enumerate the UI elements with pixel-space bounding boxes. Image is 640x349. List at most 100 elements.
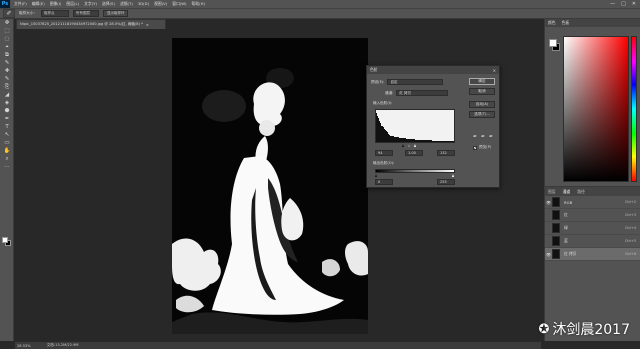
ok-button[interactable]: 确定 — [469, 78, 495, 85]
menu-list: 文件(F) 编辑(E) 图像(I) 图层(L) 文字(Y) 选择(S) 滤镜(T… — [14, 1, 205, 7]
tab-layers[interactable]: 图层 — [548, 189, 556, 195]
close-icon[interactable]: × — [493, 68, 496, 73]
output-white-field[interactable]: 255 — [437, 179, 455, 185]
dodge-tool-icon[interactable]: ⬣ — [2, 108, 12, 115]
input-levels-slider[interactable] — [375, 144, 455, 147]
menu-3d[interactable]: 3D(D) — [138, 1, 149, 7]
quick-select-tool-icon[interactable]: ⌖ — [2, 44, 12, 51]
input-gamma-handle[interactable] — [408, 144, 410, 147]
output-white-handle[interactable] — [452, 174, 454, 177]
eyedropper-tool-icon[interactable]: ✐ — [3, 9, 15, 18]
channel-name: 蓝 — [564, 238, 568, 243]
options-bar: ✐ 取样大小： 取样点 所有图层 显示取样环 — [0, 8, 640, 19]
path-select-tool-icon[interactable]: ↖ — [2, 132, 12, 139]
tab-paths[interactable]: 路径 — [577, 189, 585, 195]
menu-file[interactable]: 文件(F) — [14, 1, 27, 7]
channel-row-rgb[interactable]: 👁 RGB Ctrl+2 — [545, 196, 640, 209]
channel-row: 通道: 红 拷贝 — [385, 90, 449, 96]
checkbox-check-icon[interactable]: ✓ — [473, 145, 477, 150]
histogram — [375, 109, 455, 143]
menu-select[interactable]: 选择(S) — [102, 1, 115, 7]
clone-stamp-tool-icon[interactable]: ⎘ — [2, 84, 12, 91]
color-picker-field[interactable] — [563, 36, 629, 182]
menu-view[interactable]: 视图(V) — [154, 1, 167, 7]
menu-bar: Ps 文件(F) 编辑(E) 图像(I) 图层(L) 文字(Y) 选择(S) 滤… — [0, 0, 640, 8]
tab-swatches[interactable]: 色板 — [562, 20, 570, 26]
menu-window[interactable]: 窗口(W) — [172, 1, 186, 7]
channel-thumbnail — [552, 236, 560, 246]
input-white-handle[interactable] — [414, 144, 416, 147]
eyedropper-tool-icon[interactable]: ✎ — [2, 60, 12, 67]
hue-slider[interactable] — [631, 36, 637, 182]
sample-size-label: 取样大小： — [19, 11, 37, 15]
crop-tool-icon[interactable]: ⧉ — [2, 52, 12, 59]
channel-shortcut: Ctrl+6 — [624, 252, 636, 256]
channel-row-green[interactable]: 绿 Ctrl+4 — [545, 222, 640, 235]
lasso-tool-icon[interactable]: ◌ — [2, 36, 12, 43]
tab-color[interactable]: 颜色 — [548, 20, 556, 26]
document-title: Nipic_15037825_20121118190434972000.jpg … — [20, 22, 143, 26]
channel-shortcut: Ctrl+3 — [624, 213, 636, 217]
marquee-tool-icon[interactable]: ⬚ — [2, 28, 12, 35]
channel-select[interactable]: 红 拷贝 — [396, 90, 449, 96]
input-levels-label: 输入色阶(I): — [373, 101, 393, 105]
type-tool-icon[interactable]: T — [2, 124, 12, 131]
levels-dialog-titlebar[interactable]: 色阶 × — [367, 66, 499, 74]
tab-channels[interactable]: 通道 — [563, 189, 571, 195]
auto-button[interactable]: 自动(A) — [469, 101, 495, 108]
sample-size-select[interactable]: 取样点 — [40, 10, 69, 17]
brush-tool-icon[interactable]: ✎ — [2, 76, 12, 83]
channel-row-red-copy[interactable]: 👁 红 拷贝 Ctrl+6 — [545, 248, 640, 261]
menu-help[interactable]: 帮助(H) — [192, 1, 205, 7]
minimize-button[interactable]: — — [610, 1, 615, 7]
pen-tool-icon[interactable]: ✒ — [2, 116, 12, 123]
menu-type[interactable]: 文字(Y) — [84, 1, 97, 7]
input-black-handle[interactable] — [402, 144, 404, 147]
foreground-color-chip[interactable] — [549, 39, 557, 47]
document-size-status: 文档:13.2M/22.9M — [46, 343, 79, 347]
healing-tool-icon[interactable]: ✚ — [2, 68, 12, 75]
gradient-tool-icon[interactable]: ◈ — [2, 100, 12, 107]
channel-row-red[interactable]: 红 Ctrl+3 — [545, 209, 640, 222]
visibility-eye-icon[interactable]: 👁 — [545, 200, 552, 205]
white-eyedropper-icon[interactable]: ✒ — [489, 134, 493, 140]
menu-layer[interactable]: 图层(L) — [66, 1, 79, 7]
gray-eyedropper-icon[interactable]: ✒ — [481, 134, 485, 140]
histogram-bar — [453, 141, 454, 142]
cancel-button[interactable]: 取消 — [469, 88, 495, 95]
output-levels-slider[interactable] — [375, 174, 455, 177]
maximize-button[interactable]: □ — [621, 1, 626, 7]
watermark-text: 沐剑晨2017 — [552, 322, 630, 338]
sample-layer-select[interactable]: 所有图层 — [72, 10, 99, 17]
foreground-color-swatch[interactable] — [2, 237, 8, 243]
input-white-field[interactable]: 132 — [437, 150, 455, 156]
document-tab[interactable]: Nipic_15037825_20121118190434972000.jpg … — [16, 19, 166, 29]
more-tools-icon[interactable]: ⋯ — [2, 164, 12, 171]
preview-checkbox[interactable]: ✓ 预览(P) — [473, 145, 491, 150]
color-panel-tabs: 颜色 色板 — [545, 19, 640, 27]
menu-filter[interactable]: 滤镜(T) — [120, 1, 133, 7]
move-tool-icon[interactable]: ✥ — [2, 20, 12, 27]
close-button[interactable]: ✕ — [632, 1, 636, 7]
output-black-field[interactable]: 0 — [375, 179, 393, 185]
output-black-handle[interactable] — [375, 174, 377, 177]
hand-tool-icon[interactable]: ✋ — [2, 148, 12, 155]
eraser-tool-icon[interactable]: ◢ — [2, 92, 12, 99]
channel-shortcut: Ctrl+2 — [624, 200, 636, 204]
channel-shortcut: Ctrl+4 — [624, 226, 636, 230]
options-button[interactable]: 选项(T)... — [469, 111, 495, 118]
close-document-icon[interactable]: × — [146, 23, 149, 27]
preset-select[interactable]: 自定 — [387, 79, 444, 85]
shape-tool-icon[interactable]: ▭ — [2, 140, 12, 147]
show-ring-checkbox[interactable]: 显示取样环 — [102, 10, 129, 17]
zoom-tool-icon[interactable]: ⌕ — [2, 156, 12, 163]
visibility-eye-icon[interactable]: 👁 — [545, 252, 552, 257]
menu-edit[interactable]: 编辑(E) — [32, 1, 45, 7]
black-eyedropper-icon[interactable]: ✒ — [473, 134, 477, 140]
channel-row-blue[interactable]: 蓝 Ctrl+5 — [545, 235, 640, 248]
input-black-field[interactable]: 94 — [375, 150, 393, 156]
menu-image[interactable]: 图像(I) — [50, 1, 62, 7]
input-gamma-field[interactable]: 1.00 — [405, 150, 423, 156]
zoom-level[interactable]: 28.53% — [17, 344, 31, 348]
image-canvas[interactable] — [172, 38, 368, 334]
